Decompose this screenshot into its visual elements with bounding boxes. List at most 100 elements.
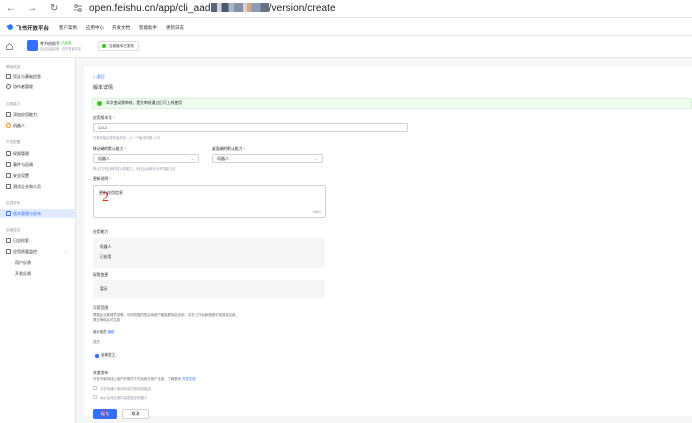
- scope-member-chip: 全体员工: [93, 352, 118, 359]
- sidebar-item-events[interactable]: 事件与回调: [0, 160, 75, 169]
- sidebar-item-label: 安全设置: [13, 173, 29, 178]
- sidebar-item-label: 版本管理与发布: [13, 211, 41, 216]
- sidebar-group-dev: 开发配置: [6, 140, 21, 144]
- scope-chip-label: 全体员工: [101, 353, 115, 357]
- gray-option-1[interactable]: 允许机器人使用功能中的消息推送: [93, 386, 151, 391]
- desktop-default-select[interactable]: 机器人 ⌄: [212, 154, 323, 163]
- annotation-number: 3: [101, 406, 107, 420]
- nav-changelog[interactable]: 更新日志: [166, 25, 184, 31]
- address-bar[interactable]: open.feishu.cn/app/cli_aad/version/creat…: [89, 2, 336, 16]
- nav-smart-assistant[interactable]: 智能助手: [139, 25, 157, 31]
- sidebar-group-ops: 运营监控: [6, 228, 21, 232]
- scope-edit-row: 部分成员 编辑: [93, 330, 114, 335]
- url-suffix: /version/create: [268, 3, 336, 14]
- sidebar-item-bot[interactable]: 机器人: [0, 121, 75, 130]
- sidebar-item-label: 添加应用能力: [13, 112, 37, 117]
- site-info-icon[interactable]: [73, 3, 83, 13]
- chart-icon: [6, 249, 11, 254]
- checkbox-icon[interactable]: [93, 395, 97, 399]
- dev-docs-link[interactable]: 开发文档: [182, 377, 196, 381]
- check-circle-icon: [102, 44, 106, 48]
- nav-app-center[interactable]: 应用中心: [86, 25, 104, 31]
- scope-label: 可用范围: [93, 306, 109, 310]
- label-text: 更新说明: [93, 177, 109, 181]
- main-content: < 返回 版本详情 本次变动需审核，提交审核通过后可上线使用 应用版本号 * 1…: [76, 58, 692, 423]
- update-notes-textarea[interactable]: 更新应用信息 6/500 2: [93, 185, 326, 218]
- version-input[interactable]: 1.0.2: [93, 123, 408, 132]
- sidebar-group-capabilities: 应用能力: [6, 102, 21, 106]
- sidebar-item-version-release[interactable]: 版本管理与发布: [0, 209, 75, 218]
- capability-item: 机器人: [100, 245, 112, 249]
- mobile-default-select[interactable]: 机器人 ⌄: [93, 154, 199, 163]
- event-icon: [6, 162, 11, 167]
- nav-dev-docs[interactable]: 开发文档: [112, 25, 130, 31]
- banner-text: 本次变动需审核，提交审核通过后可上线使用: [106, 101, 182, 105]
- required-mark: *: [109, 177, 111, 181]
- scope-desc-line: 根据企业管理员设置，可用范围内的应用用户都能看到此应用，并在工作台和搜索中找到该…: [93, 313, 239, 317]
- checkbox-label: 允许机器人使用功能中的消息推送: [100, 387, 151, 391]
- sidebar-item-label: 用户反馈: [15, 260, 31, 265]
- sidebar-item-quality[interactable]: 应用质量监控 ⌄: [0, 247, 75, 256]
- home-icon[interactable]: [6, 43, 13, 50]
- log-icon: [6, 238, 11, 243]
- sidebar-item-security[interactable]: 安全设置: [0, 171, 75, 180]
- version-label: 应用版本号 *: [93, 116, 115, 121]
- version-hint: 已有的最近发布版本号，上一个版本号是 1.0.1: [93, 136, 161, 140]
- capabilities-label: 应用能力: [93, 230, 109, 234]
- sidebar-item-collaborators[interactable]: 协作者管理: [0, 82, 75, 91]
- release-status-chip: 当前版本已发布: [98, 41, 140, 51]
- scope-desc-line: 提交审核后可生效: [93, 318, 121, 322]
- changes-label: 权限变更: [93, 273, 109, 277]
- gray-release-desc: 可在不影响线上用户的情况下先给部分用户试用，了解更多 开发文档: [93, 377, 196, 382]
- brand-name[interactable]: 飞书开放平台: [16, 24, 49, 32]
- version-form-panel: < 返回 版本详情 本次变动需审核，提交审核通过后可上线使用 应用版本号 * 1…: [84, 66, 692, 420]
- sidebar-item-test-tenants[interactable]: 测试企业和人员: [0, 182, 75, 191]
- sidebar-item-add-capability[interactable]: 添加应用能力: [0, 110, 75, 119]
- sidebar-item-log-search[interactable]: 日志检索: [0, 236, 75, 245]
- back-link[interactable]: < 返回: [93, 74, 104, 80]
- back-arrow-icon[interactable]: ←: [6, 2, 16, 16]
- user-icon: [6, 84, 11, 89]
- mobile-default-value: 机器人: [98, 156, 110, 161]
- sidebar-item-credentials[interactable]: 凭证与基础信息: [0, 72, 75, 81]
- sidebar-group-basic: 基础信息: [6, 65, 21, 69]
- release-icon: [6, 211, 11, 216]
- cancel-button[interactable]: 取消: [122, 409, 149, 419]
- app-selector-bar: 考书创助手 已启用 企业自建应用 · 仅开发者可见 当前版本已发布: [0, 36, 692, 58]
- annotation-number: 2: [102, 190, 109, 205]
- changes-value: 暂无: [100, 287, 108, 291]
- app-header: 飞书开放平台 客户案例 应用中心 开发文档 智能助手 更新日志: [0, 18, 692, 36]
- scope-mode: 部分成员: [93, 330, 107, 334]
- checkbox-icon[interactable]: [93, 386, 97, 390]
- reload-icon[interactable]: ↻: [50, 2, 58, 16]
- notes-label: 更新说明 *: [93, 177, 111, 182]
- test-users-icon: [6, 184, 11, 189]
- chevron-down-icon: ⌄: [64, 249, 68, 254]
- mobile-default-label: 移动端的默认能力 *: [93, 147, 126, 152]
- scope-members-label: 成员: [93, 340, 100, 344]
- sidebar-item-permissions[interactable]: 权限管理: [0, 149, 75, 158]
- label-text: 桌面端的默认能力: [212, 147, 243, 151]
- permission-icon: [6, 151, 11, 156]
- edit-scope-link[interactable]: 编辑: [108, 330, 115, 334]
- scope-description: 根据企业管理员设置，可用范围内的应用用户都能看到此应用，并在工作台和搜索中找到该…: [93, 313, 328, 323]
- nav-customer-cases[interactable]: 客户案例: [59, 25, 77, 31]
- sidebar-item-label: 权限管理: [13, 151, 29, 156]
- desktop-default-label: 桌面端的默认能力 *: [212, 147, 245, 152]
- app-type-text: 企业自建应用 · 仅开发者可见: [40, 47, 82, 51]
- capabilities-box: 机器人 已启用: [93, 238, 325, 268]
- desktop-default-value: 机器人: [217, 156, 229, 161]
- gray-option-2[interactable]: app 会将应用内容推送至机器人: [93, 395, 147, 400]
- sidebar-group-release: 应用发布: [6, 201, 21, 205]
- sidebar-item-label: 凭证与基础信息: [13, 74, 41, 79]
- sidebar-item-user-feedback[interactable]: 用户反馈: [0, 258, 75, 267]
- checkbox-label: app 会将应用内容推送至机器人: [100, 396, 148, 400]
- app-avatar[interactable]: [27, 40, 38, 51]
- feishu-logo-icon: [6, 24, 14, 30]
- chevron-down-icon: ⌄: [314, 156, 318, 161]
- required-mark: *: [113, 116, 115, 120]
- forward-arrow-icon[interactable]: →: [27, 2, 37, 16]
- label-text: 应用版本号: [93, 116, 112, 120]
- url-prefix: open.feishu.cn/app/cli_aad: [89, 3, 211, 14]
- sidebar-item-dev-feedback[interactable]: 开发反馈: [0, 269, 75, 278]
